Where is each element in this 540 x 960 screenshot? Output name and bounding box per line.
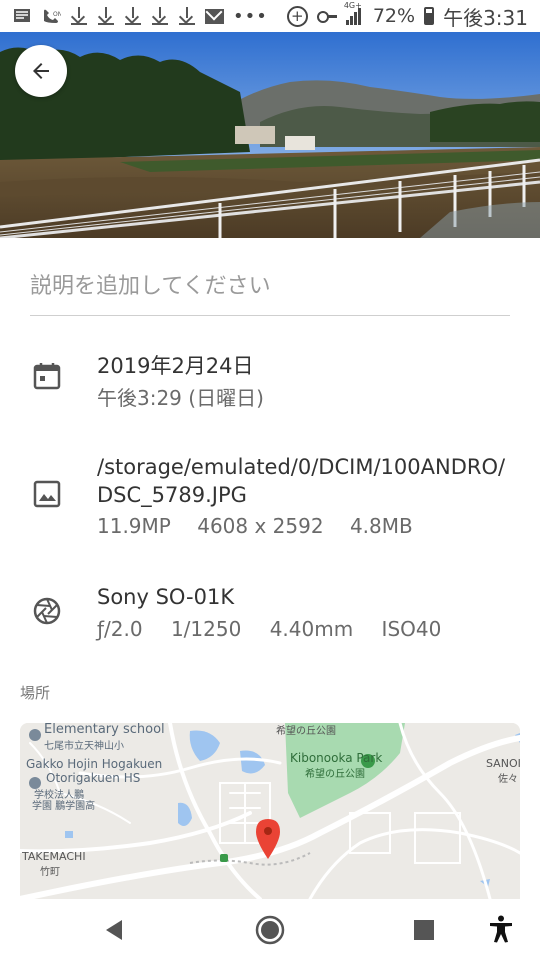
- download-icon: [124, 7, 142, 25]
- location-map[interactable]: Elementary school 七尾市立天神山小 Gakko Hojin H…: [20, 723, 520, 899]
- svg-text:ON: ON: [53, 11, 61, 18]
- download-icon: [151, 7, 169, 25]
- school-icon: [29, 729, 41, 741]
- accessibility-icon[interactable]: [488, 915, 514, 943]
- description-underline: [30, 315, 510, 316]
- file-size: 4.8MB: [349, 514, 413, 538]
- status-time: 午後3:31: [443, 5, 528, 30]
- photo-time: 午後3:29 (日曜日): [97, 386, 264, 410]
- nav-recents-icon[interactable]: [414, 920, 434, 940]
- map-label-park-en: Kibonooka Park: [290, 751, 383, 765]
- download-icon: [97, 7, 115, 25]
- download-icon: [70, 7, 88, 25]
- camera-aperture: ƒ/2.0: [97, 617, 143, 641]
- arrow-back-icon: [33, 63, 49, 79]
- file-resolution: 4608 x 2592: [197, 514, 324, 538]
- camera-focal-length: 4.40mm: [269, 617, 354, 641]
- station-icon: [220, 854, 228, 862]
- navigation-bar: [0, 899, 540, 960]
- camera-shutter: 1/1250: [170, 617, 242, 641]
- image-icon: [32, 479, 62, 509]
- map-label-gakko-en1: Gakko Hojin Hogakuen: [26, 757, 163, 771]
- network-type: 4G+: [343, 1, 362, 10]
- file-megapixels: 11.9MP: [97, 514, 171, 538]
- camera-aperture-icon: [32, 596, 62, 626]
- photo-date: 2019年2月24日: [97, 354, 254, 378]
- water-area: [65, 831, 73, 838]
- map-label-takemachi-en: TAKEMACHI: [22, 850, 86, 863]
- data-saver-icon: +: [286, 5, 308, 27]
- file-specs: 11.9MP 4608 x 2592 4.8MB: [97, 514, 413, 538]
- map-label-school-en: Elementary school: [44, 723, 165, 737]
- camera-model: Sony SO-01K: [97, 585, 235, 609]
- camera-iso: ISO40: [381, 617, 442, 641]
- nav-back-icon[interactable]: [102, 918, 126, 942]
- vpn-key-icon: [316, 11, 337, 23]
- back-button[interactable]: [15, 45, 67, 97]
- call-forward-icon: ON: [41, 7, 62, 25]
- file-path-line2: DSC_5789.JPG: [97, 483, 247, 507]
- map-label-school-jp: 七尾市立天神山小: [44, 741, 124, 752]
- map-label-park-jp: 希望の丘公園: [305, 769, 365, 780]
- photo-preview[interactable]: [0, 32, 540, 238]
- map-label-gakko-jp2: 学園 鵬学園高: [32, 801, 96, 812]
- map-label-gakko-en2: Otorigakuen HS: [46, 771, 141, 785]
- calendar-icon: [32, 361, 62, 391]
- download-icon: [178, 7, 196, 25]
- map-label-kibou-top: 希望の丘公園: [276, 726, 336, 737]
- description-input[interactable]: 説明を追加してください: [30, 268, 510, 300]
- camera-specs: ƒ/2.0 1/1250 4.40mm ISO40: [97, 617, 441, 641]
- file-path-line1: /storage/emulated/0/DCIM/100ANDRO/: [97, 455, 506, 479]
- map-label-sanoi-en: SANOI: [486, 757, 520, 770]
- more-notifications-icon: •••: [233, 5, 268, 27]
- battery-icon: [424, 7, 435, 25]
- map-label-sanoi-jp: 佐々: [498, 774, 518, 785]
- mail-icon: [205, 8, 224, 24]
- map-label-takemachi-jp: 竹町: [40, 867, 60, 878]
- status-bar: ON ••• + 4G+ 72% 午後3:31: [0, 0, 540, 32]
- signal-icon: 4G+: [344, 1, 364, 25]
- message-icon: [12, 7, 32, 25]
- location-heading: 場所: [20, 684, 51, 702]
- nav-home-icon[interactable]: [254, 914, 286, 946]
- battery-percent: 72%: [372, 5, 416, 27]
